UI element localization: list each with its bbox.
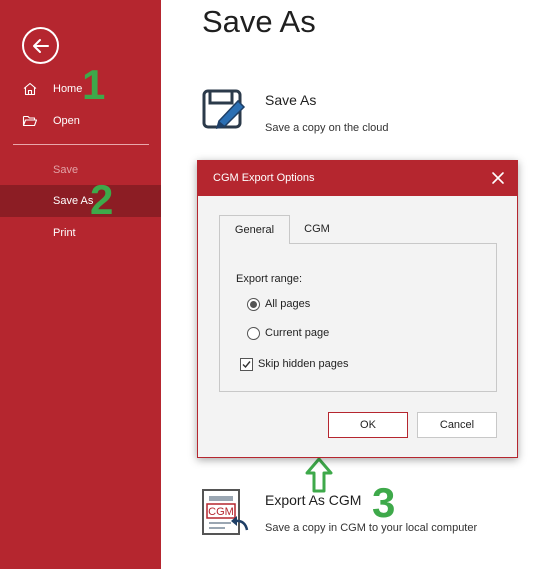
sidebar-divider: [13, 144, 149, 145]
dialog-header: CGM Export Options: [198, 161, 517, 196]
sidebar: Home Open Save Save As Print: [0, 0, 161, 569]
arrow-up-icon: [305, 457, 333, 493]
option-title: Export As CGM: [265, 492, 362, 508]
arrow-left-icon: [32, 38, 49, 53]
option-description: Save a copy on the cloud: [265, 122, 389, 134]
step-number-1: 1: [82, 61, 106, 108]
sidebar-item-label: Print: [53, 227, 76, 239]
sidebar-item-print[interactable]: Print: [0, 217, 161, 249]
sidebar-item-label: Home: [53, 83, 83, 95]
sidebar-item-label: Save: [53, 164, 79, 176]
radio-button[interactable]: [247, 326, 260, 340]
option-title: Save As: [265, 92, 317, 108]
general-tab-panel: Export range: All pages Current page Ski…: [219, 243, 497, 392]
dialog-title: CGM Export Options: [213, 172, 315, 184]
ok-button[interactable]: OK: [328, 412, 408, 438]
cgm-icon-label: CGM: [208, 506, 234, 518]
step-number-2: 2: [90, 176, 114, 223]
radio-button[interactable]: [247, 297, 260, 311]
checkmark-icon: [242, 360, 251, 368]
cgm-export-icon: CGM: [202, 489, 249, 535]
radio-current-page[interactable]: Current page: [247, 325, 329, 341]
folder-open-icon: [22, 115, 38, 127]
cancel-button[interactable]: Cancel: [417, 412, 497, 438]
checkbox-label: Skip hidden pages: [258, 358, 349, 370]
tab-general[interactable]: General: [219, 215, 290, 244]
sidebar-item-save-as[interactable]: Save As: [0, 185, 161, 217]
radio-label: All pages: [265, 298, 311, 310]
close-icon[interactable]: [490, 170, 506, 186]
skip-hidden-pages-checkbox[interactable]: Skip hidden pages: [240, 356, 349, 372]
home-icon: [23, 82, 37, 96]
radio-all-pages[interactable]: All pages: [247, 296, 310, 312]
tab-cgm[interactable]: CGM: [290, 215, 344, 243]
back-button[interactable]: [22, 27, 59, 64]
option-description: Save a copy in CGM to your local compute…: [265, 522, 478, 534]
radio-label: Current page: [265, 327, 330, 339]
step-number-3: 3: [372, 479, 396, 526]
sidebar-item-label: Save As: [53, 195, 94, 207]
sidebar-item-home[interactable]: Home: [0, 73, 161, 105]
save-edit-icon: [202, 89, 246, 130]
sidebar-item-save[interactable]: Save: [0, 154, 161, 186]
cgm-export-dialog: CGM Export Options General CGM Export ra…: [197, 160, 518, 458]
checkbox[interactable]: [240, 357, 253, 371]
sidebar-item-label: Open: [53, 115, 80, 127]
sidebar-item-open[interactable]: Open: [0, 105, 161, 137]
page-title: Save As: [202, 4, 316, 39]
export-range-label: Export range:: [236, 273, 303, 285]
